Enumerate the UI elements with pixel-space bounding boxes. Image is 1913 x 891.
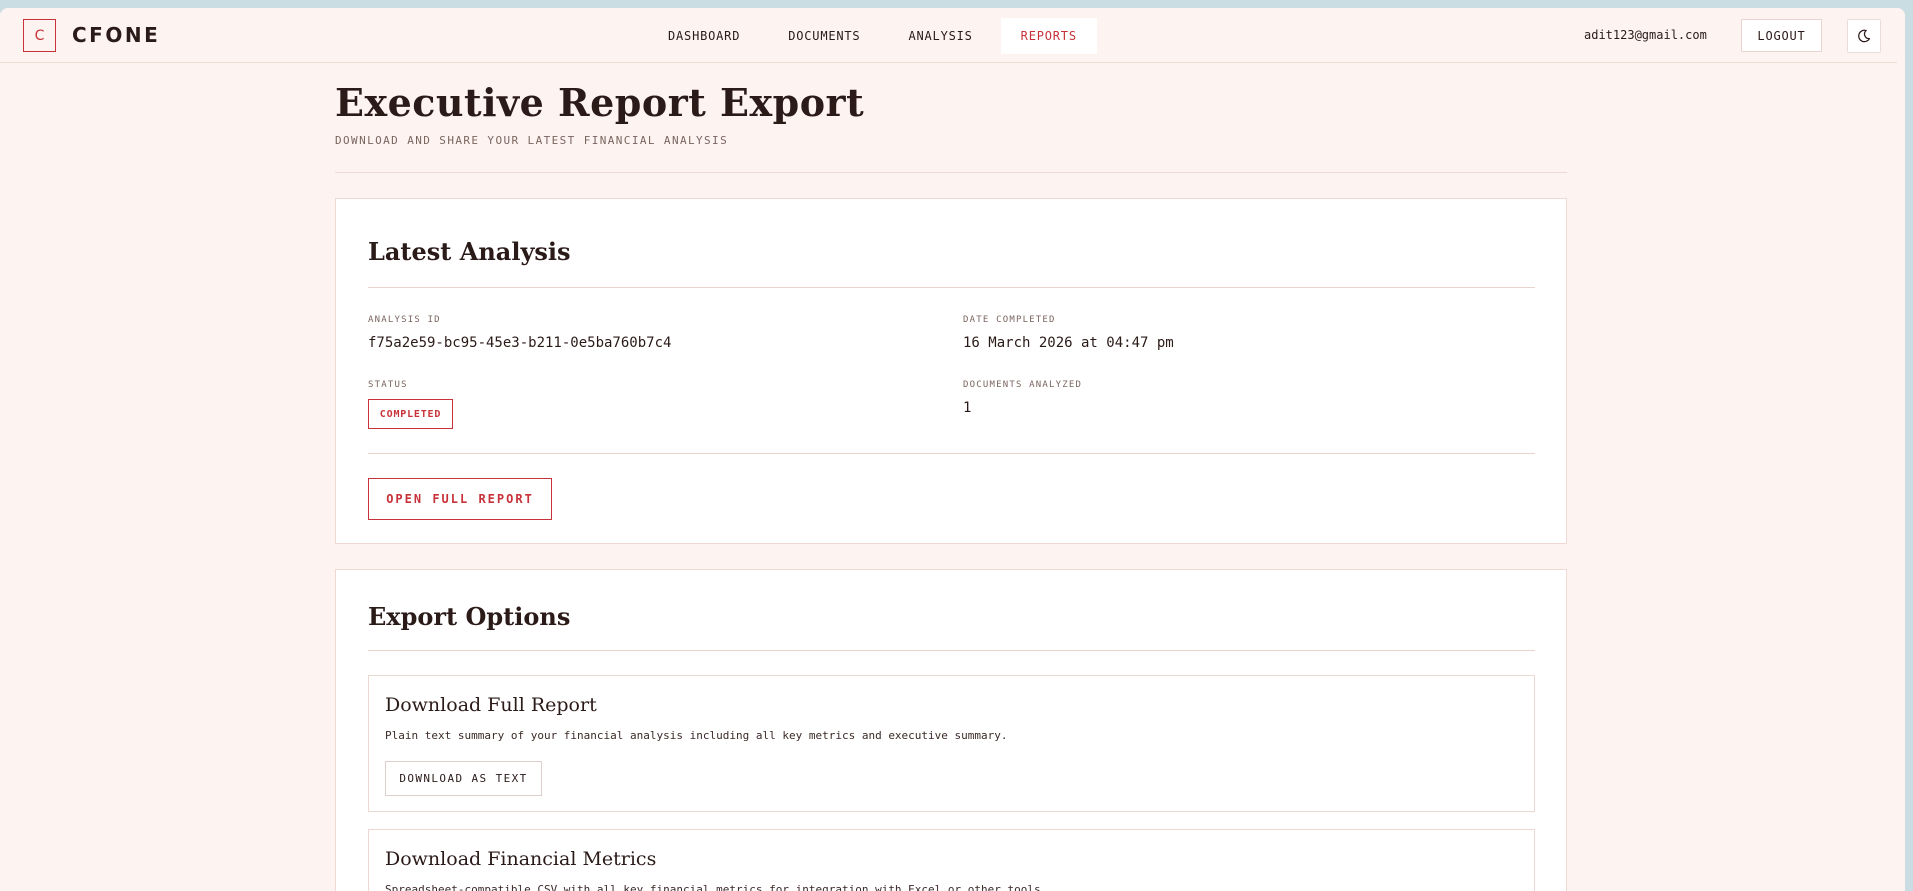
status-badge: COMPLETED — [368, 399, 453, 429]
page-divider — [335, 172, 1567, 173]
latest-analysis-card: Latest Analysis ANALYSIS ID f75a2e59-bc9… — [335, 198, 1567, 544]
page-scrollbar[interactable] — [1897, 8, 1905, 891]
export-options-title: Export Options — [368, 602, 571, 631]
export-options-card: Export Options Download Full Report Plai… — [335, 569, 1567, 891]
card-divider — [368, 650, 1535, 651]
nav-documents[interactable]: DOCUMENTS — [768, 18, 880, 54]
date-completed-label: DATE COMPLETED — [963, 315, 1056, 325]
latest-analysis-title: Latest Analysis — [368, 237, 571, 266]
brand-name[interactable]: CFONE — [72, 23, 160, 47]
option-title: Download Full Report — [385, 694, 597, 716]
nav-dashboard[interactable]: DASHBOARD — [648, 18, 760, 54]
option-description: Plain text summary of your financial ana… — [385, 729, 1008, 742]
analysis-id-value: f75a2e59-bc95-45e3-b211-0e5ba760b7c4 — [368, 335, 672, 351]
nav-analysis[interactable]: ANALYSIS — [888, 18, 992, 54]
card-divider — [368, 287, 1535, 288]
nav-reports[interactable]: REPORTS — [1000, 18, 1097, 54]
documents-analyzed-value: 1 — [963, 400, 972, 416]
page-title: Executive Report Export — [335, 80, 865, 125]
main-nav: DASHBOARD DOCUMENTS ANALYSIS REPORTS — [648, 18, 1105, 54]
user-email: adit123@gmail.com — [1584, 28, 1707, 42]
status-label: STATUS — [368, 380, 408, 390]
theme-toggle-button[interactable] — [1847, 19, 1881, 53]
logo-letter: C — [34, 27, 45, 44]
analysis-id-label: ANALYSIS ID — [368, 315, 441, 325]
date-completed-value: 16 March 2026 at 04:47 pm — [963, 335, 1174, 351]
documents-analyzed-label: DOCUMENTS ANALYZED — [963, 380, 1083, 390]
option-description: Spreadsheet-compatible CSV with all key … — [385, 883, 1048, 891]
download-as-text-button[interactable]: DOWNLOAD AS TEXT — [385, 761, 542, 796]
logo-icon[interactable]: C — [23, 19, 56, 52]
export-option-full-report: Download Full Report Plain text summary … — [368, 675, 1535, 812]
option-title: Download Financial Metrics — [385, 848, 657, 870]
moon-icon — [1858, 29, 1871, 43]
export-option-financial-metrics: Download Financial Metrics Spreadsheet-c… — [368, 829, 1535, 891]
open-full-report-button[interactable]: OPEN FULL REPORT — [368, 478, 552, 520]
card-divider — [368, 453, 1535, 454]
top-navigation-bar: C CFONE DASHBOARD DOCUMENTS ANALYSIS REP… — [0, 8, 1905, 63]
logout-button[interactable]: LOGOUT — [1741, 19, 1822, 52]
page-subtitle: DOWNLOAD AND SHARE YOUR LATEST FINANCIAL… — [335, 134, 729, 147]
app-window: C CFONE DASHBOARD DOCUMENTS ANALYSIS REP… — [0, 8, 1905, 891]
